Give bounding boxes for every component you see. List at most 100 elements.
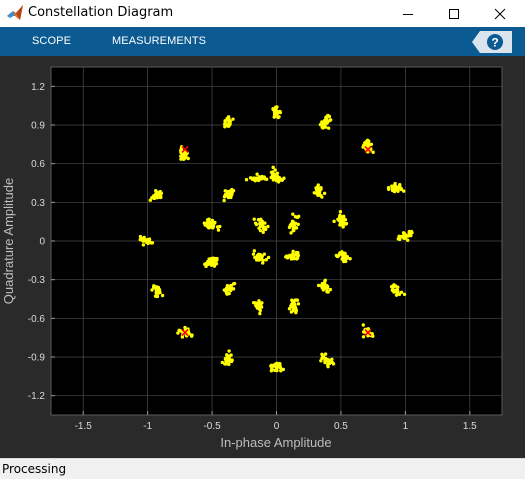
signal-point [371, 150, 375, 154]
signal-point [278, 362, 282, 366]
constellation-plot[interactable]: -1.5 -1 -0.5 0 0.5 1 1.5 1.2 0.9 0.6 0.3 0 -0.3 -0.6 -… [0, 56, 525, 458]
signal-point [331, 362, 336, 366]
y-tick-label: -0.3 [28, 275, 46, 286]
svg-text:?: ? [491, 36, 498, 50]
signal-point [291, 212, 295, 216]
signal-point [255, 306, 260, 310]
signal-point [284, 255, 288, 259]
signal-point [254, 177, 258, 181]
matlab-icon [7, 5, 23, 20]
signal-point [264, 177, 269, 181]
signal-point [145, 239, 149, 243]
signal-point [257, 218, 261, 222]
signal-point [278, 366, 283, 370]
signal-point [320, 125, 324, 129]
signal-point [150, 288, 154, 292]
signal-point [362, 143, 366, 147]
signal-point [394, 186, 398, 190]
signal-point [153, 294, 158, 298]
signal-point [226, 195, 231, 200]
signal-point [266, 224, 270, 229]
signal-point [273, 368, 277, 373]
signal-point [393, 289, 397, 294]
signal-point [179, 154, 183, 158]
help-icon: ? [487, 34, 503, 50]
signal-point [402, 233, 406, 238]
signal-point [397, 184, 402, 189]
signal-point [289, 254, 293, 258]
signal-point [207, 221, 212, 225]
tab-measurements[interactable]: MEASUREMENTS [112, 35, 206, 47]
signal-point [399, 290, 404, 294]
signal-point [323, 125, 328, 129]
minimize-button[interactable] [385, 0, 431, 27]
signal-point [296, 222, 300, 227]
maximize-icon [449, 8, 459, 19]
signal-point [407, 232, 412, 236]
signal-point [222, 195, 227, 199]
minimize-icon [403, 13, 413, 15]
signal-point [255, 172, 259, 176]
signal-point [316, 192, 320, 196]
signal-point [273, 172, 277, 177]
signal-point [296, 302, 301, 306]
signal-point [279, 178, 283, 182]
signal-point [261, 225, 266, 229]
signal-point [226, 122, 231, 126]
y-tick-label: 0.9 [31, 121, 45, 132]
signal-point [386, 185, 391, 190]
signal-point [272, 112, 277, 117]
signal-point [392, 283, 396, 287]
x-tick-label: -0.5 [203, 421, 221, 432]
signal-point [224, 359, 228, 363]
signal-point [216, 228, 221, 232]
signal-point [322, 191, 327, 196]
signal-point [213, 220, 217, 225]
x-tick-label: -1.5 [75, 421, 93, 432]
signal-point [156, 290, 160, 294]
signal-point [289, 223, 294, 228]
signal-point [295, 257, 299, 261]
signal-point [252, 217, 256, 221]
signal-point [397, 234, 401, 239]
signal-point [296, 214, 301, 218]
signal-point [274, 178, 279, 183]
y-tick-label: -0.9 [28, 353, 46, 364]
signal-point [227, 358, 232, 363]
help-button[interactable]: ? [472, 31, 512, 53]
signal-point [158, 194, 163, 198]
signal-point [259, 304, 263, 309]
window-title: Constellation Diagram [28, 5, 174, 20]
y-tick-label: 0 [39, 237, 45, 248]
status-text: Processing [2, 462, 67, 476]
signal-point [223, 362, 227, 366]
signal-point [326, 126, 331, 130]
signal-point [361, 323, 365, 327]
signal-point [273, 107, 278, 111]
status-bar: Processing [0, 458, 525, 479]
signal-point [402, 292, 407, 297]
signal-point [271, 178, 276, 182]
signal-point [261, 230, 265, 234]
signal-point [222, 288, 227, 292]
signal-point [176, 331, 180, 335]
signal-point [324, 121, 329, 125]
tab-scope[interactable]: SCOPE [32, 35, 71, 47]
signal-point [340, 215, 345, 220]
x-tick-label: 1 [403, 421, 409, 432]
signal-point [342, 256, 346, 260]
signal-point [251, 252, 256, 256]
signal-point [289, 231, 293, 235]
close-button[interactable] [477, 0, 523, 27]
signal-point [222, 198, 226, 203]
signal-point [326, 113, 330, 118]
signal-point [278, 109, 282, 114]
signal-point [229, 353, 233, 357]
signal-point [396, 291, 400, 296]
signal-point [338, 210, 343, 214]
signal-point [182, 156, 187, 161]
signal-point [248, 176, 253, 180]
signal-point [156, 285, 161, 290]
maximize-button[interactable] [431, 0, 477, 27]
signal-point [138, 238, 142, 242]
